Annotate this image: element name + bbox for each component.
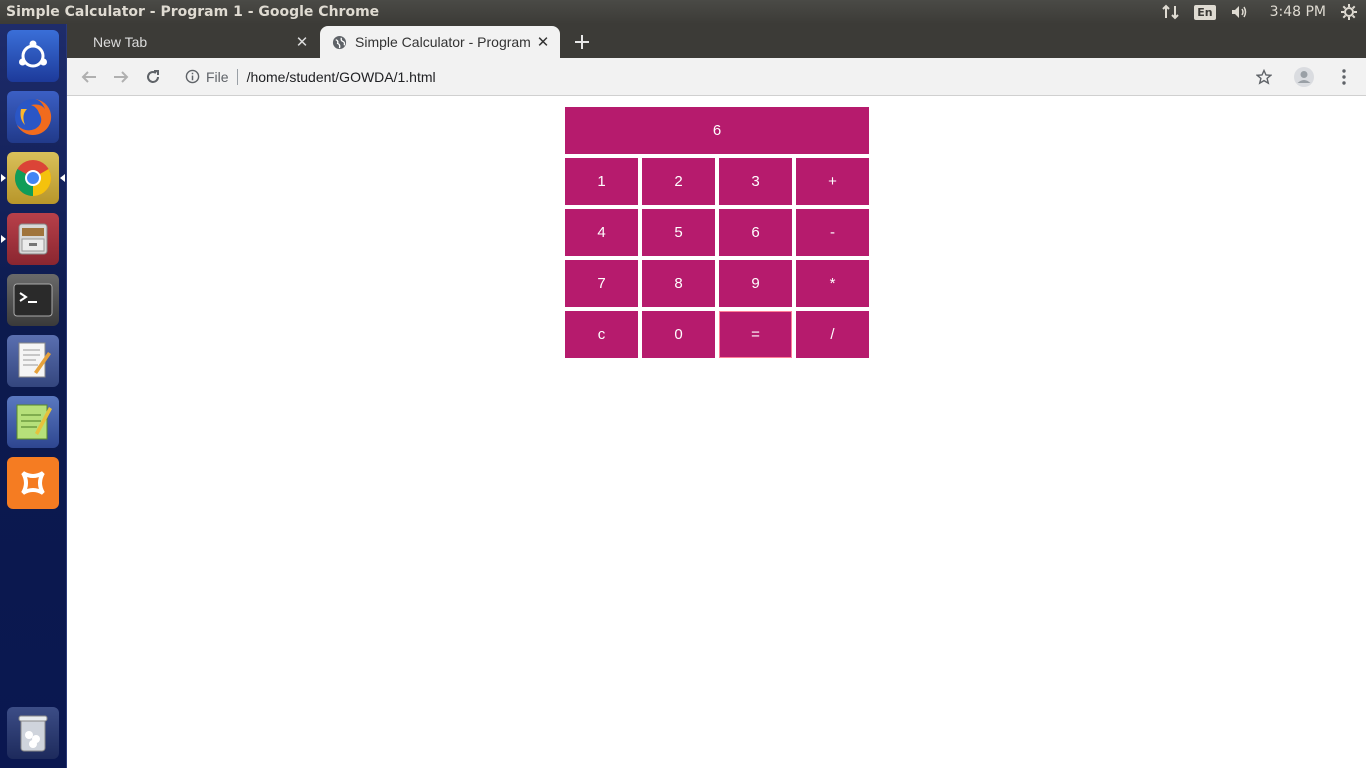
reload-icon[interactable] (137, 61, 169, 93)
chrome-icon[interactable] (1, 152, 65, 204)
system-tray: En 3:48 PM (1162, 3, 1366, 21)
tab-simple-calculator[interactable]: Simple Calculator - Program 1 ✕ (320, 26, 560, 58)
info-icon[interactable] (185, 69, 200, 84)
calc-key-clear[interactable]: c (565, 311, 638, 358)
calc-key-minus[interactable]: - (796, 209, 869, 256)
browser-toolbar: File /home/student/GOWDA/1.html (67, 58, 1366, 96)
new-tab-button[interactable] (570, 30, 594, 54)
bookmark-star-icon[interactable] (1248, 61, 1280, 93)
globe-icon (332, 35, 347, 50)
back-arrow-icon[interactable] (73, 61, 105, 93)
calc-key-2[interactable]: 2 (642, 158, 715, 205)
terminal-icon[interactable] (7, 274, 59, 326)
calc-key-multiply[interactable]: * (796, 260, 869, 307)
settings-gear-icon[interactable] (1340, 3, 1358, 21)
calc-key-1[interactable]: 1 (565, 158, 638, 205)
trash-icon[interactable] (7, 707, 59, 759)
calc-key-9[interactable]: 9 (719, 260, 792, 307)
close-icon[interactable]: ✕ (532, 33, 554, 51)
window-title: Simple Calculator - Program 1 - Google C… (6, 4, 380, 20)
system-top-bar: Simple Calculator - Program 1 - Google C… (0, 0, 1366, 24)
calc-key-equals[interactable]: = (719, 311, 792, 358)
scheme-label: File (206, 68, 238, 85)
xampp-icon[interactable] (7, 457, 59, 509)
ubuntu-logo-icon[interactable] (7, 30, 59, 82)
calculator-display: 6 (565, 107, 869, 154)
tab-new-tab[interactable]: New Tab ✕ (79, 26, 319, 58)
url-text[interactable]: /home/student/GOWDA/1.html (247, 69, 436, 85)
calc-key-divide[interactable]: / (796, 311, 869, 358)
calc-key-plus[interactable]: + (796, 158, 869, 205)
close-icon[interactable]: ✕ (291, 33, 313, 51)
calc-key-8[interactable]: 8 (642, 260, 715, 307)
file-cabinet-icon[interactable] (1, 213, 59, 265)
calc-key-4[interactable]: 4 (565, 209, 638, 256)
calc-key-6[interactable]: 6 (719, 209, 792, 256)
clock[interactable]: 3:48 PM (1270, 4, 1326, 20)
menu-kebab-icon[interactable] (1328, 61, 1360, 93)
tab-label: Simple Calculator - Program 1 (355, 34, 532, 50)
calc-key-7[interactable]: 7 (565, 260, 638, 307)
firefox-icon[interactable] (7, 91, 59, 143)
calc-key-5[interactable]: 5 (642, 209, 715, 256)
tab-label: New Tab (93, 34, 148, 50)
text-editor-icon[interactable] (7, 335, 59, 387)
address-bar[interactable]: File /home/student/GOWDA/1.html (185, 68, 1248, 85)
calculator: 6 1 2 3 +4 5 6-7 8 9 * c 0 = / (565, 107, 869, 358)
calc-key-0[interactable]: 0 (642, 311, 715, 358)
network-icon[interactable] (1162, 4, 1180, 20)
forward-arrow-icon[interactable] (105, 61, 137, 93)
tab-strip: New Tab ✕ Simple Calculator - Program 1 … (67, 24, 1366, 58)
calculator-keypad: 1 2 3 +4 5 6- 7 8 9 * c 0 = / (565, 158, 869, 358)
keyboard-layout-indicator[interactable]: En (1194, 4, 1216, 20)
launcher (0, 24, 67, 768)
notepadqq-icon[interactable] (7, 396, 59, 448)
profile-avatar-icon[interactable] (1288, 61, 1320, 93)
calc-key-3[interactable]: 3 (719, 158, 792, 205)
volume-icon[interactable] (1230, 4, 1250, 20)
